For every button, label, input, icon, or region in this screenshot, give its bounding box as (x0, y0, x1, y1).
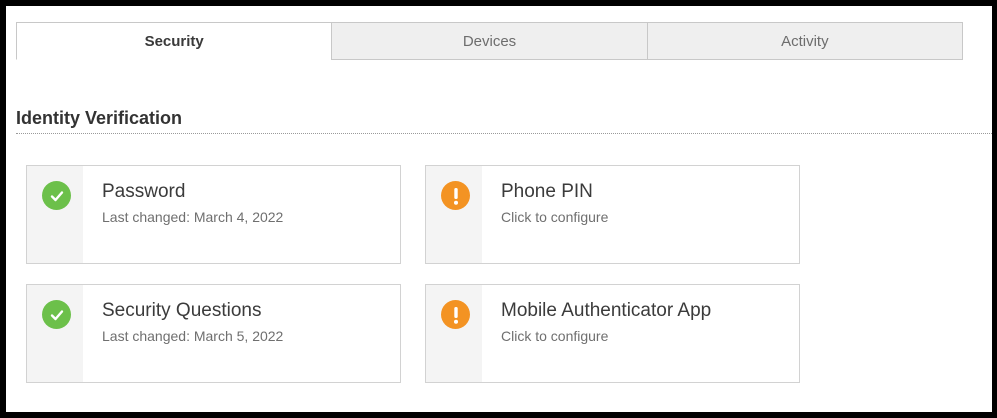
card-subtitle: Click to configure (501, 209, 609, 225)
phone-pin-card[interactable]: Phone PIN Click to configure (425, 165, 800, 264)
tab-devices[interactable]: Devices (331, 22, 648, 60)
security-questions-card[interactable]: Security Questions Last changed: March 5… (26, 284, 401, 383)
settings-tabs: Security Devices Activity (16, 22, 963, 60)
card-title: Phone PIN (501, 181, 593, 202)
tab-security[interactable]: Security (16, 22, 333, 60)
card-subtitle: Last changed: March 4, 2022 (102, 209, 284, 225)
check-circle-icon (42, 300, 71, 329)
check-circle-icon (42, 181, 71, 210)
section-divider (16, 133, 992, 134)
security-settings-panel: Security Devices Activity Identity Verif… (6, 6, 992, 412)
card-title: Mobile Authenticator App (501, 300, 712, 321)
card-title: Security Questions (102, 300, 262, 321)
card-subtitle: Click to configure (501, 328, 609, 344)
password-card[interactable]: Password Last changed: March 4, 2022 (26, 165, 401, 264)
card-title: Password (102, 181, 186, 202)
card-subtitle: Last changed: March 5, 2022 (102, 328, 284, 344)
tab-activity[interactable]: Activity (646, 22, 963, 60)
section-title: Identity Verification (16, 108, 183, 128)
exclamation-circle-icon (441, 300, 470, 329)
mobile-authenticator-card[interactable]: Mobile Authenticator App Click to config… (425, 284, 800, 383)
exclamation-circle-icon (441, 181, 470, 210)
